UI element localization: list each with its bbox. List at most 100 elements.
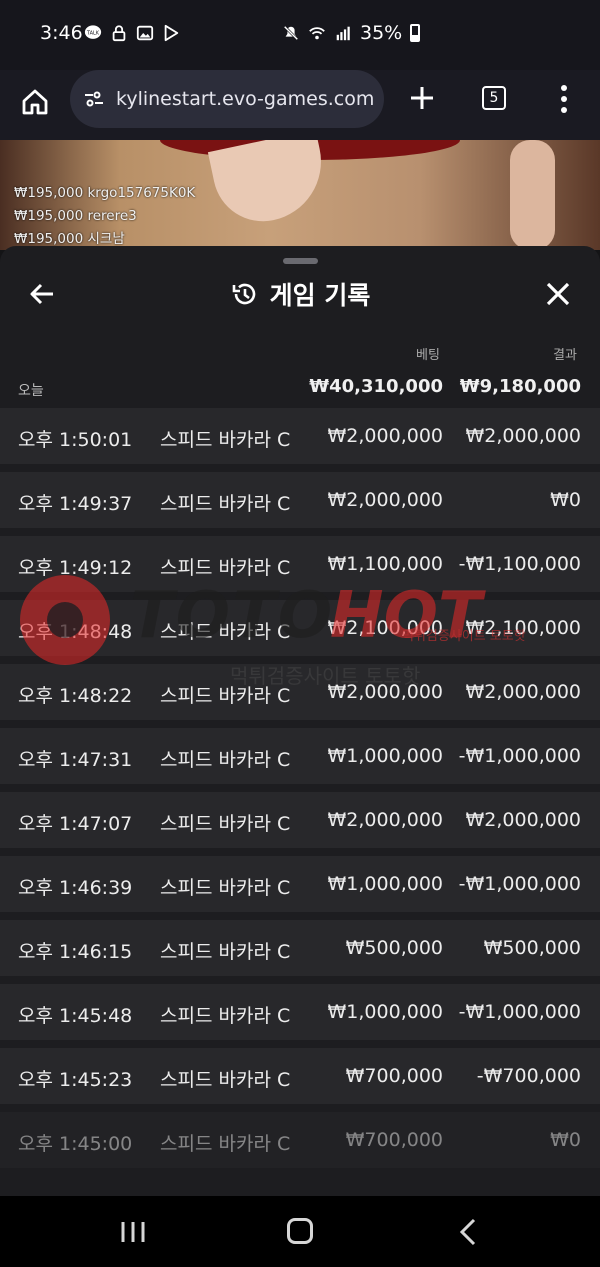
row-result: ₩2,100,000 bbox=[465, 617, 581, 639]
site-settings-icon[interactable] bbox=[82, 87, 106, 111]
row-result: -₩700,000 bbox=[476, 1065, 581, 1087]
row-time: 오후 1:49:12 bbox=[18, 557, 133, 579]
history-row[interactable]: 오후 1:45:00 스피드 바카라 C ₩700,000 ₩0 bbox=[0, 1112, 600, 1168]
home-icon[interactable] bbox=[20, 87, 50, 117]
game-history-sheet: 게임 기록 베팅 결과 오늘 ₩40,310,000 ₩9,180,000 오후… bbox=[0, 246, 600, 1196]
recent-bets-overlay: ₩195,000 krgo157675K0K ₩195,000 rerere3 … bbox=[14, 182, 195, 250]
row-result: -₩1,000,000 bbox=[458, 1001, 581, 1023]
row-bet: ₩2,000,000 bbox=[327, 425, 443, 447]
play-store-icon bbox=[164, 24, 179, 42]
dealer-hand bbox=[207, 140, 333, 231]
kakaotalk-icon: TALK bbox=[84, 25, 102, 39]
drag-handle[interactable] bbox=[283, 258, 318, 264]
row-game: 스피드 바카라 C bbox=[160, 1133, 291, 1155]
browser-toolbar: kylinestart.evo-games.com 5 bbox=[0, 70, 600, 140]
signal-icon bbox=[336, 26, 350, 41]
column-header-result: 결과 bbox=[553, 348, 577, 363]
url-text: kylinestart.evo-games.com bbox=[116, 88, 375, 110]
history-row[interactable]: 오후 1:48:48 스피드 바카라 C ₩2,100,000 ₩2,100,000 bbox=[0, 600, 600, 656]
row-time: 오후 1:48:22 bbox=[18, 685, 133, 707]
mute-icon bbox=[283, 25, 299, 41]
system-nav-bar bbox=[0, 1196, 600, 1267]
row-game: 스피드 바카라 C bbox=[160, 1005, 291, 1027]
row-bet: ₩2,000,000 bbox=[327, 809, 443, 831]
status-time: 3:46 bbox=[40, 22, 83, 44]
row-result: -₩1,000,000 bbox=[458, 745, 581, 767]
history-icon bbox=[232, 283, 255, 305]
row-bet: ₩2,000,000 bbox=[327, 489, 443, 511]
row-game: 스피드 바카라 C bbox=[160, 749, 291, 771]
row-result: ₩0 bbox=[550, 489, 581, 511]
history-row[interactable]: 오후 1:45:23 스피드 바카라 C ₩700,000 -₩700,000 bbox=[0, 1048, 600, 1104]
history-list: 오후 1:50:01 스피드 바카라 C ₩2,000,000 ₩2,000,000 오… bbox=[0, 408, 600, 1176]
dealer-arm bbox=[510, 140, 555, 250]
row-time: 오후 1:46:15 bbox=[18, 941, 133, 963]
system-icons: 35% bbox=[282, 22, 421, 44]
row-result: ₩500,000 bbox=[483, 937, 581, 959]
row-time: 오후 1:49:37 bbox=[18, 493, 133, 515]
date-group-label: 오늘 bbox=[18, 383, 44, 399]
history-row[interactable]: 오후 1:47:31 스피드 바카라 C ₩1,000,000 -₩1,000,000 bbox=[0, 728, 600, 784]
row-game: 스피드 바카라 C bbox=[160, 493, 291, 515]
row-game: 스피드 바카라 C bbox=[160, 557, 291, 579]
status-bar: 3:46 TALK 35% bbox=[0, 0, 600, 70]
history-row[interactable]: 오후 1:49:37 스피드 바카라 C ₩2,000,000 ₩0 bbox=[0, 472, 600, 528]
row-bet: ₩700,000 bbox=[345, 1129, 443, 1151]
history-row[interactable]: 오후 1:47:07 스피드 바카라 C ₩2,000,000 ₩2,000,000 bbox=[0, 792, 600, 848]
row-game: 스피드 바카라 C bbox=[160, 621, 291, 643]
battery-percent: 35% bbox=[360, 22, 403, 44]
row-game: 스피드 바카라 C bbox=[160, 429, 291, 451]
close-icon[interactable] bbox=[544, 280, 572, 308]
row-time: 오후 1:45:23 bbox=[18, 1069, 133, 1091]
row-bet: ₩1,000,000 bbox=[327, 745, 443, 767]
row-game: 스피드 바카라 C bbox=[160, 941, 291, 963]
row-bet: ₩700,000 bbox=[345, 1065, 443, 1087]
row-result: ₩2,000,000 bbox=[465, 681, 581, 703]
row-result: ₩2,000,000 bbox=[465, 425, 581, 447]
row-time: 오후 1:46:39 bbox=[18, 877, 133, 899]
row-bet: ₩1,100,000 bbox=[327, 553, 443, 575]
row-game: 스피드 바카라 C bbox=[160, 877, 291, 899]
row-game: 스피드 바카라 C bbox=[160, 1069, 291, 1091]
new-tab-icon[interactable] bbox=[408, 84, 436, 112]
total-result: ₩9,180,000 bbox=[459, 376, 581, 397]
recents-icon[interactable] bbox=[120, 1220, 146, 1244]
row-bet: ₩1,000,000 bbox=[327, 873, 443, 895]
history-row[interactable]: 오후 1:46:39 스피드 바카라 C ₩1,000,000 -₩1,000,000 bbox=[0, 856, 600, 912]
bet-entry: ₩195,000 rerere3 bbox=[14, 208, 137, 224]
lock-icon bbox=[112, 25, 126, 42]
history-row[interactable]: 오후 1:50:01 스피드 바카라 C ₩2,000,000 ₩2,000,000 bbox=[0, 408, 600, 464]
history-row[interactable]: 오후 1:46:15 스피드 바카라 C ₩500,000 ₩500,000 bbox=[0, 920, 600, 976]
row-bet: ₩1,000,000 bbox=[327, 1001, 443, 1023]
more-menu-icon[interactable] bbox=[560, 84, 568, 114]
row-bet: ₩2,100,000 bbox=[327, 617, 443, 639]
address-bar[interactable]: kylinestart.evo-games.com bbox=[70, 70, 384, 128]
row-bet: ₩2,000,000 bbox=[327, 681, 443, 703]
sheet-title: 게임 기록 bbox=[269, 281, 371, 310]
history-row[interactable]: 오후 1:49:12 스피드 바카라 C ₩1,100,000 -₩1,100,000 bbox=[0, 536, 600, 592]
row-time: 오후 1:50:01 bbox=[18, 429, 133, 451]
row-result: ₩2,000,000 bbox=[465, 809, 581, 831]
history-row[interactable]: 오후 1:45:48 스피드 바카라 C ₩1,000,000 -₩1,000,000 bbox=[0, 984, 600, 1040]
row-time: 오후 1:45:00 bbox=[18, 1133, 133, 1155]
row-bet: ₩500,000 bbox=[345, 937, 443, 959]
wifi-icon bbox=[309, 27, 325, 40]
svg-text:TALK: TALK bbox=[86, 30, 100, 36]
history-row[interactable]: 오후 1:48:22 스피드 바카라 C ₩2,000,000 ₩2,000,000 bbox=[0, 664, 600, 720]
tab-switcher-button[interactable]: 5 bbox=[482, 86, 506, 110]
battery-icon bbox=[410, 24, 421, 42]
row-time: 오후 1:47:07 bbox=[18, 813, 133, 835]
live-video-feed: ₩195,000 krgo157675K0K ₩195,000 rerere3 … bbox=[0, 140, 600, 250]
nav-home-icon[interactable] bbox=[287, 1218, 313, 1244]
total-bet: ₩40,310,000 bbox=[309, 376, 443, 397]
row-time: 오후 1:48:48 bbox=[18, 621, 133, 643]
nav-back-icon[interactable] bbox=[458, 1218, 478, 1246]
row-result: -₩1,100,000 bbox=[458, 553, 581, 575]
bet-entry: ₩195,000 krgo157675K0K bbox=[14, 185, 196, 201]
notification-icons: TALK bbox=[84, 24, 180, 42]
row-result: -₩1,000,000 bbox=[458, 873, 581, 895]
row-result: ₩0 bbox=[550, 1129, 581, 1151]
row-game: 스피드 바카라 C bbox=[160, 813, 291, 835]
image-icon bbox=[136, 25, 154, 41]
row-time: 오후 1:45:48 bbox=[18, 1005, 133, 1027]
